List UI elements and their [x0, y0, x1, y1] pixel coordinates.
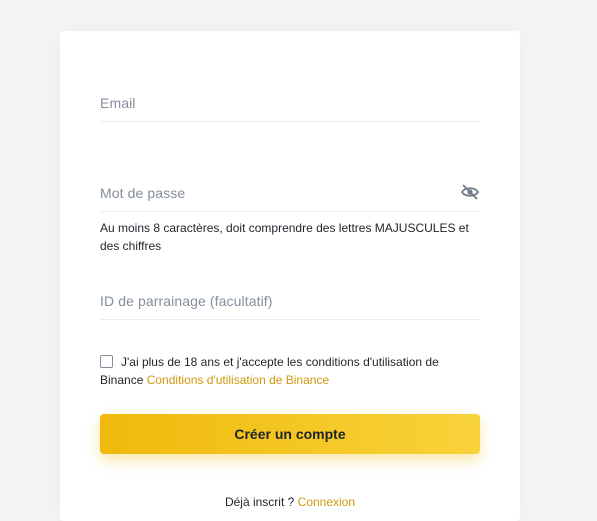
referral-placeholder: ID de parrainage (facultatif): [100, 293, 273, 309]
terms-agreement: J'ai plus de 18 ans et j'accepte les con…: [100, 353, 480, 389]
password-field[interactable]: Mot de passe: [100, 181, 480, 212]
email-placeholder: Email: [100, 95, 136, 111]
referral-id-field[interactable]: ID de parrainage (facultatif): [100, 289, 480, 320]
create-account-button[interactable]: Créer un compte: [100, 414, 480, 454]
password-placeholder: Mot de passe: [100, 185, 186, 201]
terms-link[interactable]: Conditions d'utilisation de Binance: [147, 373, 329, 387]
password-hint: Au moins 8 caractères, doit comprendre d…: [100, 221, 469, 253]
email-field[interactable]: Email: [100, 91, 480, 122]
terms-checkbox[interactable]: [100, 355, 113, 368]
eye-slash-icon[interactable]: [460, 183, 480, 201]
signup-card: Email Mot de passe Au moins 8 caractères…: [60, 31, 520, 521]
